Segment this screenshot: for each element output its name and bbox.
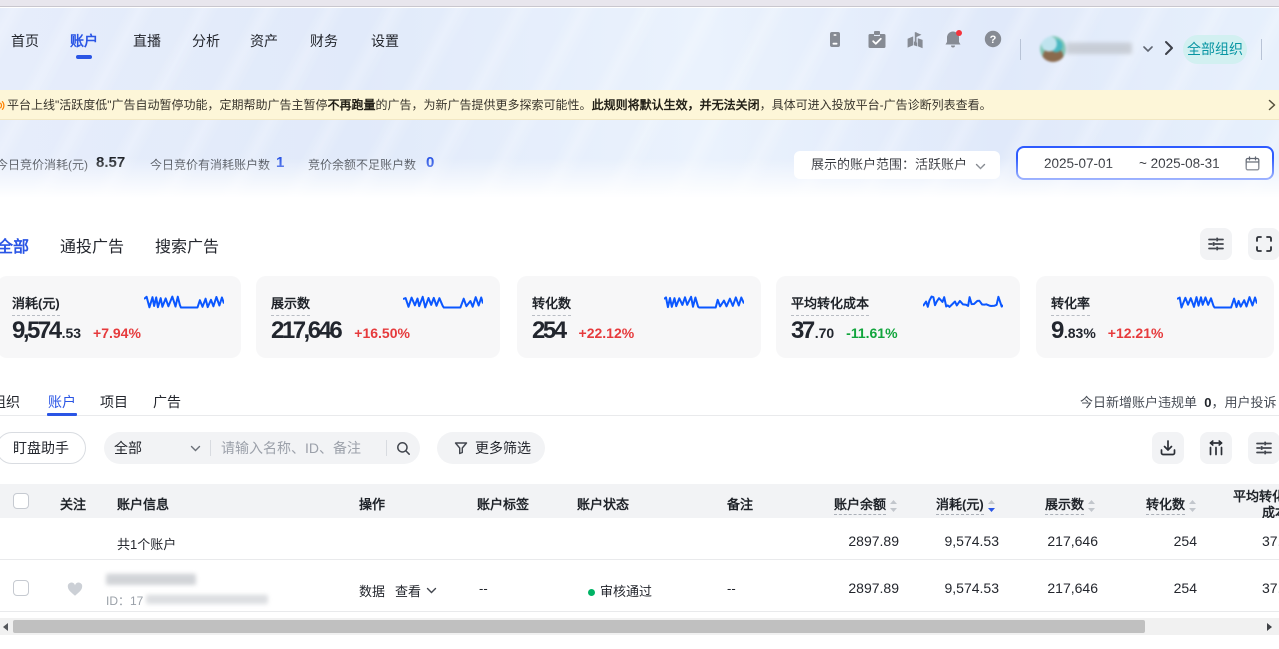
svg-text:?: ? — [990, 34, 997, 46]
